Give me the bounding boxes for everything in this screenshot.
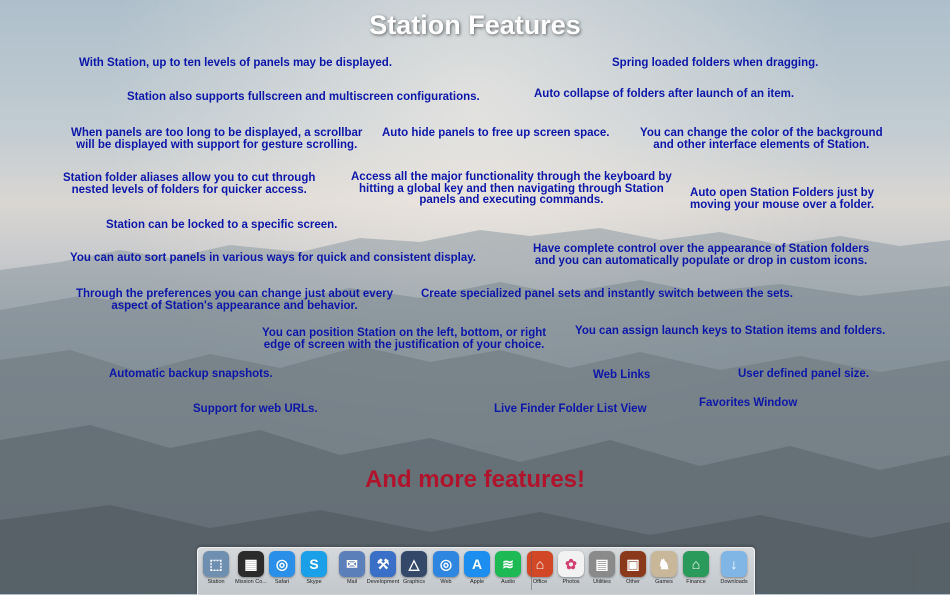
dock-item-development[interactable]: ⚒ Development bbox=[367, 550, 399, 594]
feature-color: You can change the color of the backgrou… bbox=[640, 127, 883, 151]
utilities-icon: ▤ bbox=[589, 551, 615, 577]
feature-auto-hide: Auto hide panels to free up screen space… bbox=[382, 127, 610, 139]
web-icon: ◎ bbox=[433, 551, 459, 577]
station-dock: ⬚ Station ▦ Mission Co... ◎ Safari S Skype ✉ Mail… bbox=[197, 547, 914, 595]
dock-separator bbox=[531, 552, 532, 590]
feature-finder-list: Live Finder Folder List View bbox=[494, 403, 647, 415]
dock-item-label: Finance bbox=[686, 579, 706, 585]
dock-item-mail[interactable]: ✉ Mail bbox=[337, 550, 367, 594]
dock-item-label: Skype bbox=[306, 579, 322, 585]
feature-preferences: Through the preferences you can change j… bbox=[76, 288, 393, 312]
dock-item-audio[interactable]: ≋ Audio bbox=[493, 550, 523, 594]
dock-item-label: Audio bbox=[500, 579, 516, 585]
development-icon: ⚒ bbox=[370, 551, 396, 577]
safari-icon: ◎ bbox=[269, 551, 295, 577]
downloads-folder-icon: ↓ bbox=[721, 551, 747, 577]
feature-locked-screen: Station can be locked to a specific scre… bbox=[106, 219, 338, 231]
skype-icon: S bbox=[301, 551, 327, 577]
dock-item-label: Games bbox=[655, 579, 673, 585]
dock-item-label: Downloads bbox=[720, 579, 748, 585]
station-icon: ⬚ bbox=[203, 551, 229, 577]
feature-spring-loaded: Spring loaded folders when dragging. bbox=[612, 57, 819, 69]
dock-item-games[interactable]: ♞ Games bbox=[649, 550, 679, 594]
feature-ten-levels: With Station, up to ten levels of panels… bbox=[79, 57, 393, 69]
more-features-heading: And more features! bbox=[364, 466, 586, 493]
dock-item-safari[interactable]: ◎ Safari bbox=[267, 550, 297, 594]
other-icon: ▣ bbox=[620, 551, 646, 577]
dock-item-station[interactable]: ⬚ Station bbox=[201, 550, 231, 594]
feature-web-urls: Support for web URLs. bbox=[193, 403, 318, 415]
feature-auto-open: Auto open Station Folders just by moving… bbox=[690, 187, 875, 211]
dock-item-label: Station bbox=[207, 579, 225, 585]
feature-launch-keys: You can assign launch keys to Station it… bbox=[575, 325, 886, 337]
feature-position: You can position Station on the left, bo… bbox=[262, 327, 547, 351]
spotify-icon: ≋ bbox=[495, 551, 521, 577]
dock-item-other[interactable]: ▣ Other bbox=[618, 550, 648, 594]
dock-item-apple[interactable]: A Apple bbox=[462, 550, 492, 594]
dock-item-mission-co[interactable]: ▦ Mission Co... bbox=[235, 550, 267, 594]
mail-icon: ✉ bbox=[339, 551, 365, 577]
feature-fullscreen: Station also supports fullscreen and mul… bbox=[127, 91, 480, 103]
photos-icon: ✿ bbox=[558, 551, 584, 577]
games-icon: ♞ bbox=[651, 551, 677, 577]
feature-web-links: Web Links bbox=[593, 369, 651, 381]
mission-control-icon: ▦ bbox=[238, 551, 264, 577]
page-title: Station Features bbox=[369, 10, 581, 40]
feature-auto-sort: You can auto sort panels in various ways… bbox=[70, 252, 477, 264]
dock-item-web[interactable]: ◎ Web bbox=[431, 550, 461, 594]
feature-keyboard: Access all the major functionality throu… bbox=[351, 171, 672, 206]
app-store-icon: A bbox=[464, 551, 490, 577]
dock-item-graphics[interactable]: △ Graphics bbox=[399, 550, 429, 594]
graphics-icon: △ bbox=[401, 551, 427, 577]
feature-panel-size: User defined panel size. bbox=[738, 368, 870, 380]
finance-icon: ⌂ bbox=[683, 551, 709, 577]
feature-panel-sets: Create specialized panel sets and instan… bbox=[421, 288, 793, 300]
dock-item-photos[interactable]: ✿ Photos bbox=[556, 550, 586, 594]
dock-item-downloads[interactable]: ↓ Downloads bbox=[719, 550, 749, 594]
dock-item-office[interactable]: ⌂ Office bbox=[525, 550, 555, 594]
dock-item-label: Graphics bbox=[402, 579, 425, 585]
feature-aliases: Station folder aliases allow you to cut … bbox=[63, 172, 316, 196]
dock-item-utilities[interactable]: ▤ Utilities bbox=[587, 550, 617, 594]
feature-backup: Automatic backup snapshots. bbox=[109, 368, 273, 380]
dock-item-skype[interactable]: S Skype bbox=[299, 550, 329, 594]
feature-favorites: Favorites Window bbox=[699, 397, 798, 409]
dock-separator bbox=[913, 552, 914, 590]
feature-auto-collapse: Auto collapse of folders after launch of… bbox=[534, 88, 795, 100]
feature-scrollbar: When panels are too long to be displayed… bbox=[71, 127, 363, 151]
feature-appearance: Have complete control over the appearanc… bbox=[533, 243, 870, 267]
dock-item-finance[interactable]: ⌂ Finance bbox=[681, 550, 711, 594]
dock-item-label: Safari bbox=[274, 579, 290, 585]
